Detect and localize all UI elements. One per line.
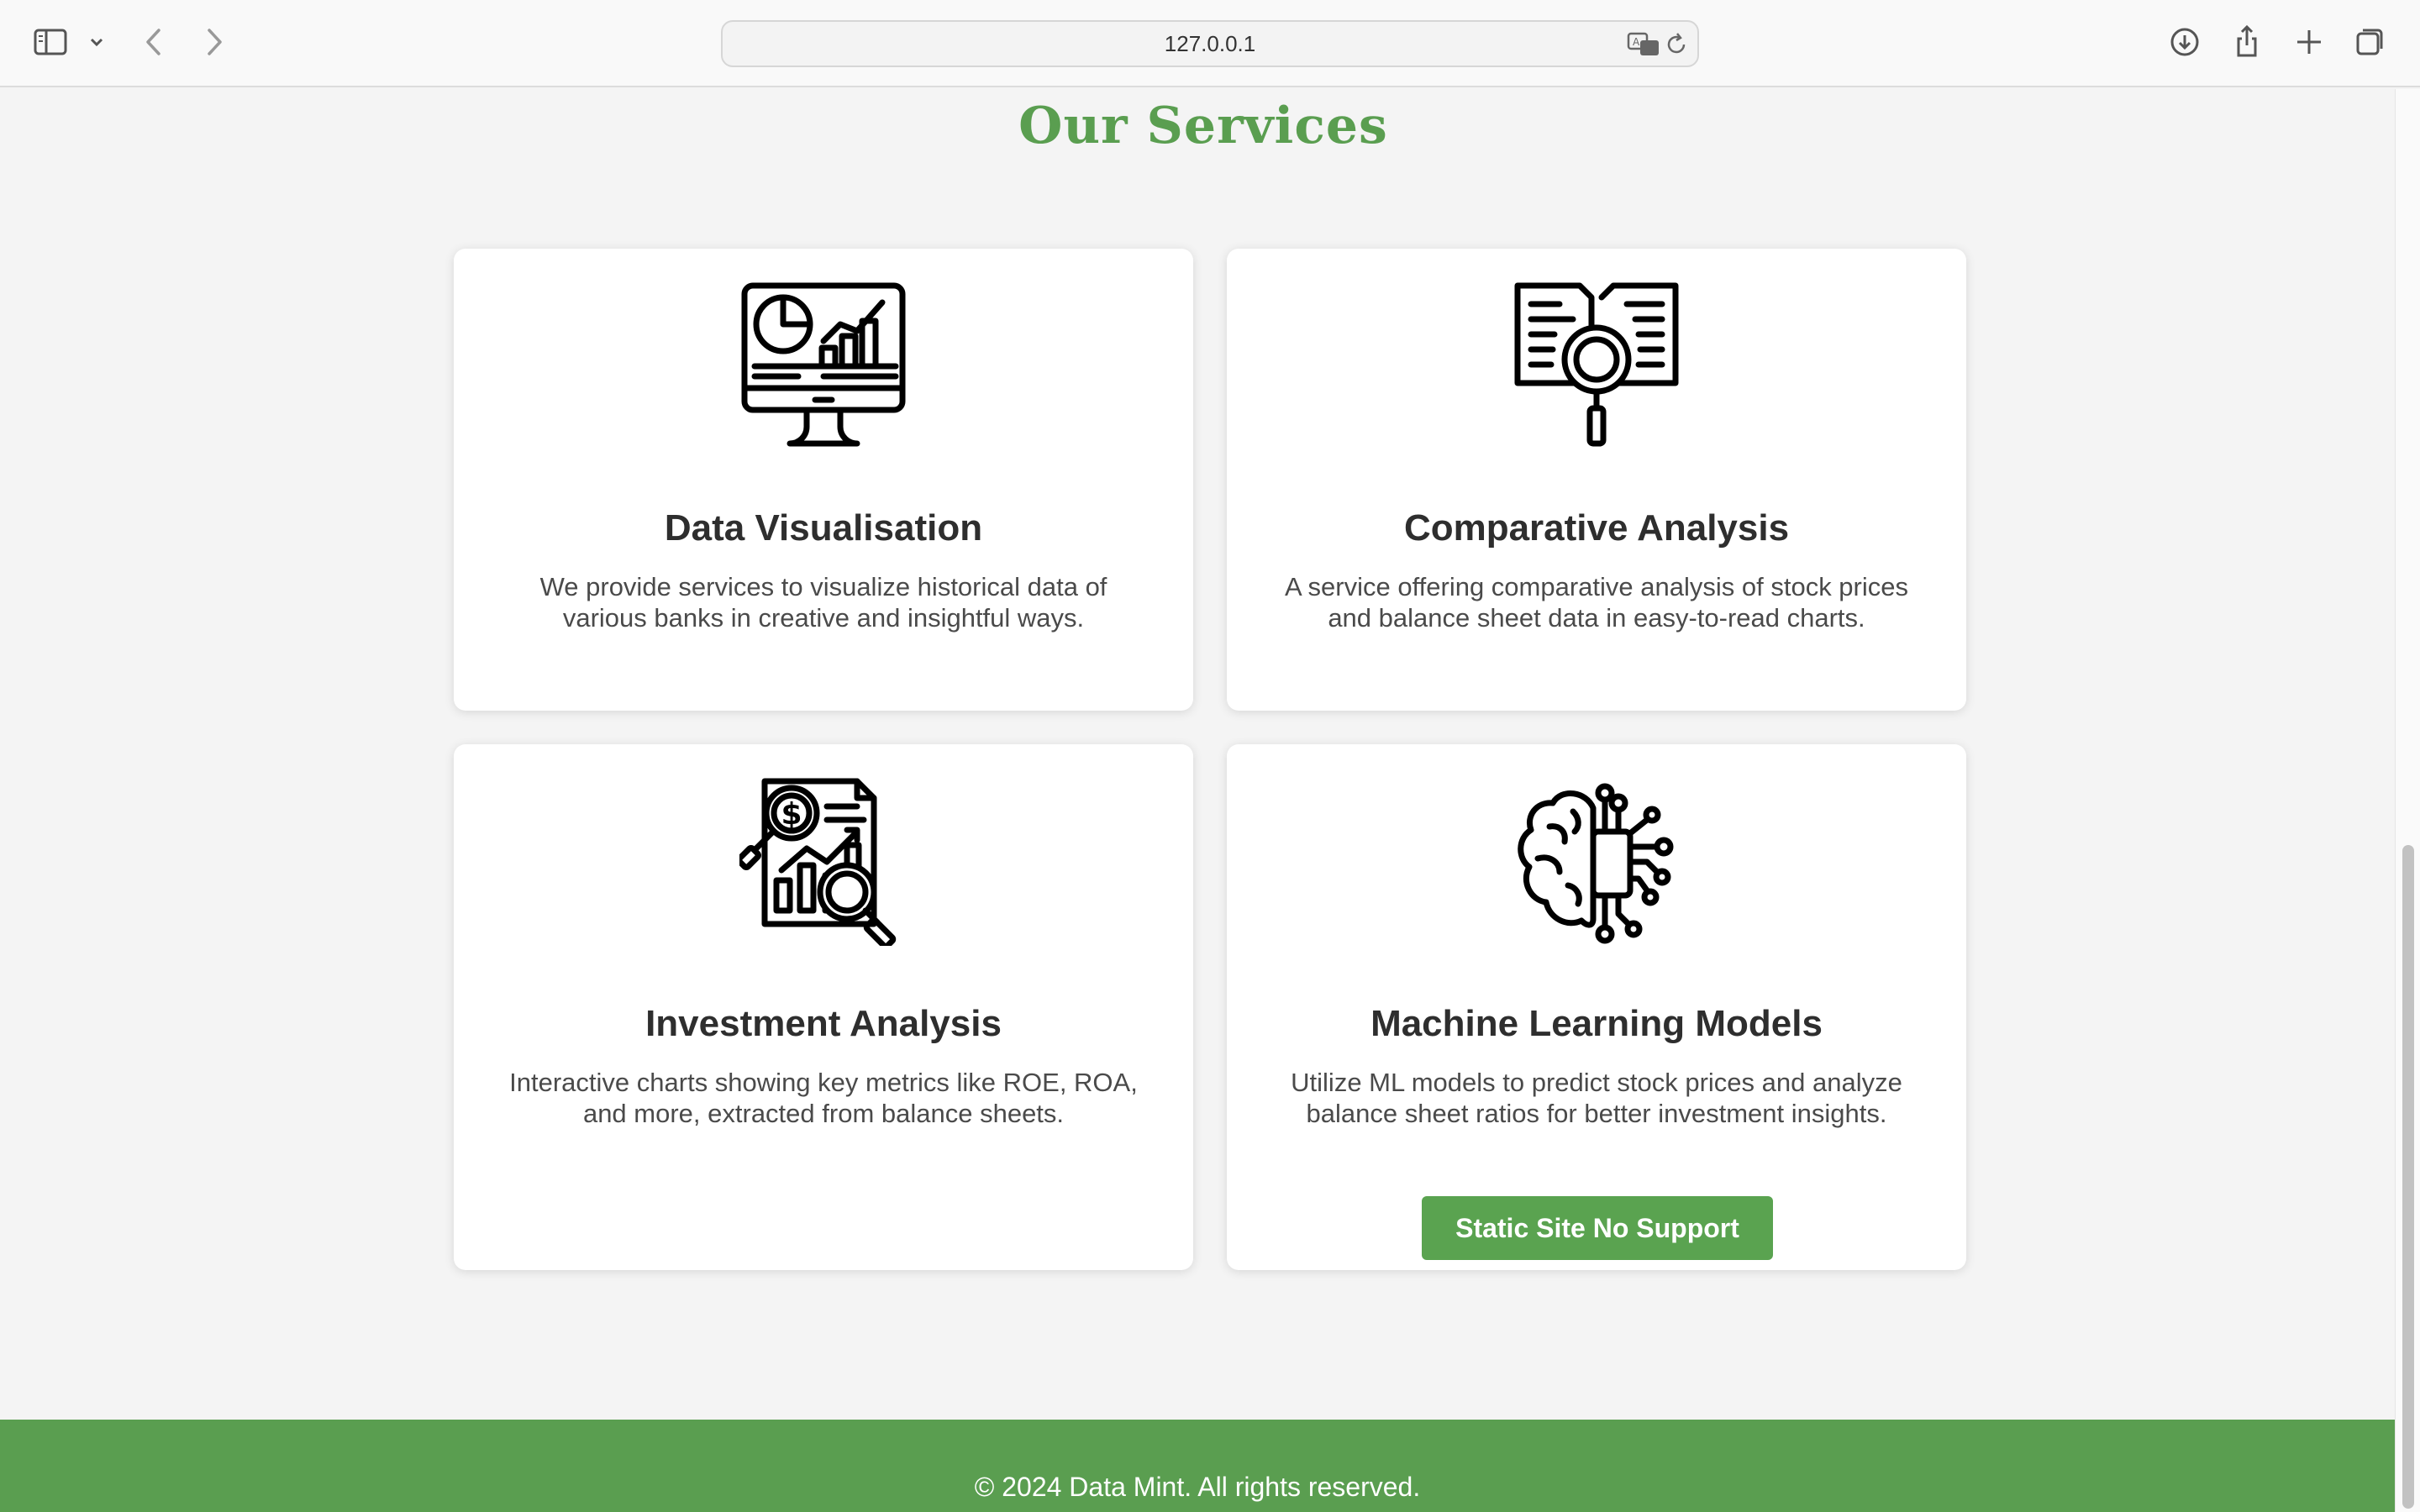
forward-icon[interactable] [188, 17, 239, 67]
svg-text:A: A [1633, 36, 1640, 48]
tabs-overview-icon[interactable] [2346, 17, 2396, 67]
url-text: 127.0.0.1 [1164, 31, 1256, 56]
scrollbar-thumb[interactable] [2402, 845, 2414, 1509]
page-content: Our Services Data Visualisation We provi… [0, 89, 2395, 1512]
card-description: A service offering comparative analysis … [1284, 572, 1909, 633]
chevron-down-icon[interactable] [82, 17, 111, 67]
download-icon[interactable] [2160, 17, 2210, 67]
card-description: Interactive charts showing key metrics l… [509, 1068, 1138, 1128]
reload-icon[interactable] [1664, 32, 1689, 57]
new-tab-icon[interactable] [2284, 17, 2334, 67]
footer-copyright: © 2024 Data Mint. All rights reserved. [974, 1472, 1421, 1502]
card-description: We provide services to visualize histori… [539, 572, 1107, 633]
footer: © 2024 Data Mint. All rights reserved. [0, 1420, 2395, 1512]
card-title: Data Visualisation [664, 507, 983, 549]
translate-icon[interactable]: A [1627, 30, 1660, 59]
card-title: Investment Analysis [645, 1003, 1002, 1044]
service-card-investment-analysis: $ Investment Analysis Interactive charts… [454, 744, 1193, 1270]
browser-toolbar: 127.0.0.1 A [0, 0, 2420, 87]
card-description: Utilize ML models to predict stock price… [1291, 1068, 1902, 1128]
address-bar[interactable]: 127.0.0.1 A [721, 20, 1699, 67]
page-scrollbar[interactable] [2395, 89, 2420, 1512]
static-site-no-support-button[interactable]: Static Site No Support [1422, 1196, 1773, 1260]
service-card-comparative-analysis: Comparative Analysis A service offering … [1227, 249, 1966, 711]
card-title: Comparative Analysis [1403, 507, 1790, 549]
report-dollar-magnifier-icon: $ [736, 778, 908, 950]
card-title: Machine Learning Models [1370, 1003, 1823, 1044]
svg-text:$: $ [781, 797, 802, 832]
service-card-machine-learning-models: Machine Learning Models Utilize ML model… [1227, 744, 1966, 1270]
service-card-data-visualisation: Data Visualisation We provide services t… [454, 249, 1193, 711]
documents-magnifier-icon [1512, 282, 1681, 450]
monitor-charts-icon [739, 282, 908, 450]
section-title: Our Services [1018, 97, 1388, 155]
sidebar-icon[interactable] [25, 17, 76, 67]
back-icon[interactable] [129, 17, 180, 67]
share-icon[interactable] [2222, 17, 2272, 67]
brain-circuit-icon [1512, 778, 1681, 946]
